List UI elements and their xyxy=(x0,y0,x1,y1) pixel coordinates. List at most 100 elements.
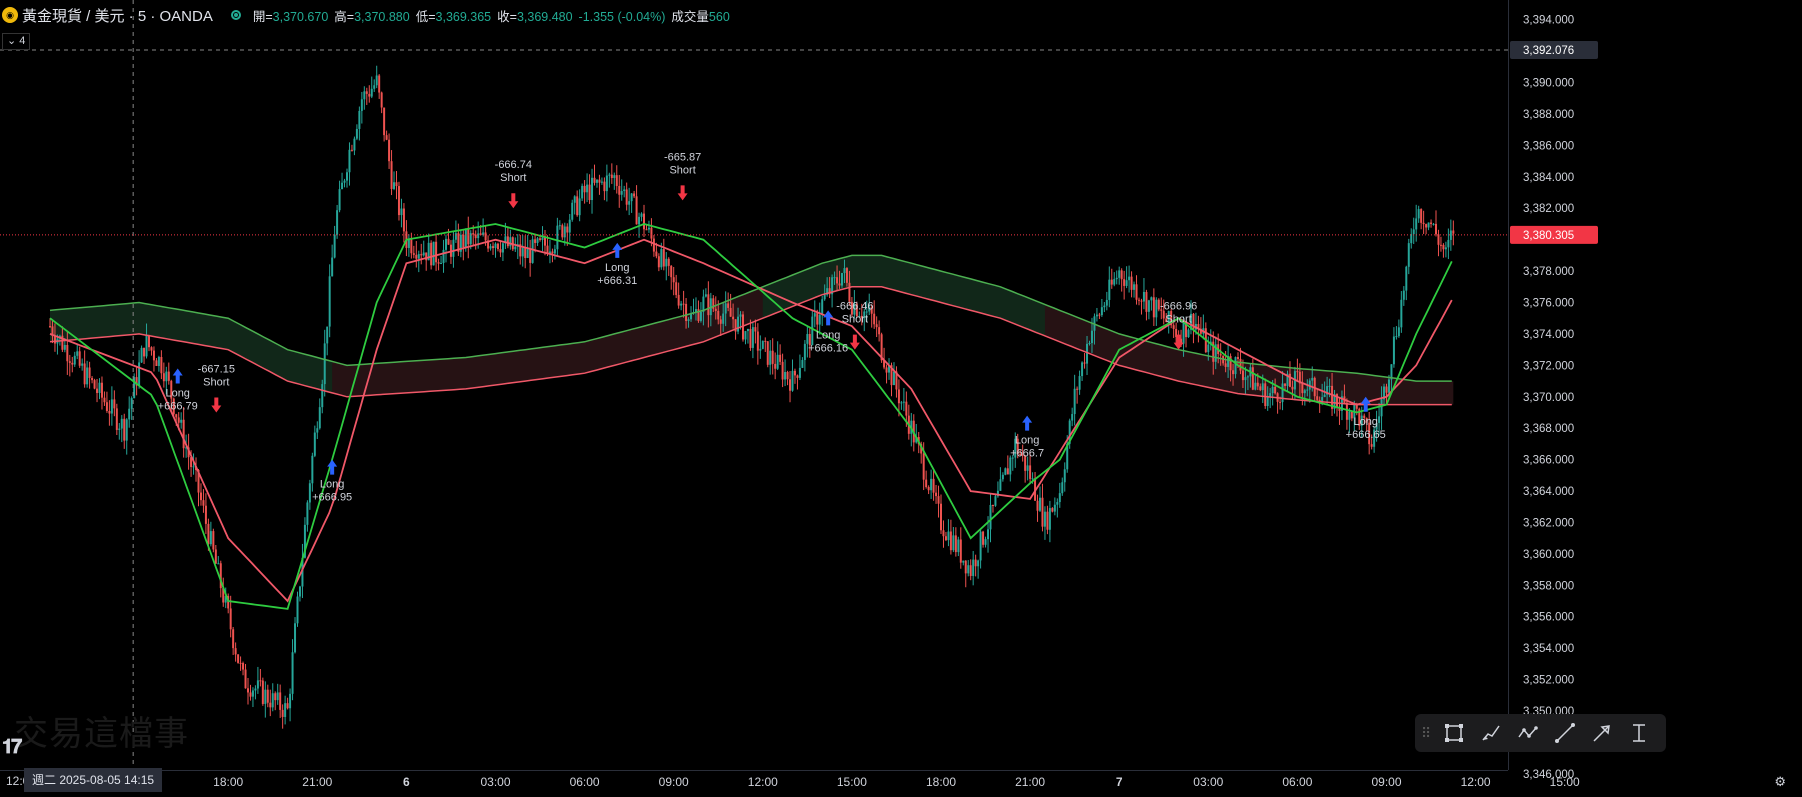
candle-body xyxy=(1259,386,1262,391)
candle-body xyxy=(1234,357,1237,375)
candle-body xyxy=(1301,383,1304,394)
candle-body xyxy=(145,335,148,357)
price-tick-label: 3,382.000 xyxy=(1523,203,1574,215)
candle-body xyxy=(400,208,403,216)
signal-value: -666.46 xyxy=(836,301,873,313)
candle-body xyxy=(1046,511,1049,530)
price-tick-label: 3,388.000 xyxy=(1523,109,1574,121)
candle-body xyxy=(1444,247,1447,250)
candle-body xyxy=(1009,457,1012,475)
drawing-toolbar: ⠿ xyxy=(1415,714,1666,752)
candle-body xyxy=(672,277,675,283)
candle-body xyxy=(947,531,950,541)
candle-body xyxy=(1100,307,1103,316)
crosshair-date-label: 週二 2025-08-05 14:15 xyxy=(24,768,163,792)
candle-body xyxy=(776,354,779,369)
symbol-title[interactable]: 黃金現貨 / 美元 · 5 · OANDA xyxy=(22,5,213,26)
arrow-icon[interactable] xyxy=(1589,720,1615,746)
gold-coin-icon[interactable]: ◉ xyxy=(2,7,18,23)
candle-body xyxy=(1237,357,1239,359)
price-tick-label: 3,358.000 xyxy=(1523,580,1574,592)
candle-body xyxy=(279,692,282,710)
candle-body xyxy=(630,193,633,202)
candle-body xyxy=(751,327,754,348)
candle-body xyxy=(994,496,997,506)
candle-body xyxy=(118,428,121,430)
candle-body xyxy=(566,226,569,233)
time-tick-label: 09:00 xyxy=(659,775,689,789)
candle-body xyxy=(88,367,91,378)
candle-body xyxy=(1311,377,1314,381)
candle-body xyxy=(492,246,495,249)
candle-body xyxy=(558,225,561,227)
candle-body xyxy=(841,273,843,286)
ohlc-value: 3,370.880 xyxy=(354,9,410,24)
ohlc-label: 高= xyxy=(334,9,355,24)
candle-body xyxy=(1053,504,1056,512)
signal-value: +666.95 xyxy=(312,492,352,504)
signal-value: -665.87 xyxy=(664,151,701,163)
price-tick-label: 3,376.000 xyxy=(1523,298,1574,310)
drag-handle-icon[interactable]: ⠿ xyxy=(1421,725,1431,742)
select-rectangle-icon[interactable] xyxy=(1441,720,1467,746)
candle-body xyxy=(442,249,445,264)
price-tick-label: 3,356.000 xyxy=(1523,612,1574,624)
candle-body xyxy=(638,216,641,225)
candle-body xyxy=(761,340,764,349)
time-tick-label: 12:00 xyxy=(748,775,778,789)
candle-body xyxy=(331,257,334,277)
candle-body xyxy=(430,242,433,266)
candle-body xyxy=(1152,297,1155,318)
candle-body xyxy=(900,402,903,404)
ohlc-label: 開= xyxy=(252,9,273,24)
candle-body xyxy=(412,253,415,255)
candle-body xyxy=(645,229,648,231)
candle-body xyxy=(578,198,581,216)
candle-body xyxy=(1439,244,1442,246)
brush-icon[interactable] xyxy=(1478,720,1504,746)
candle-body xyxy=(932,478,935,493)
candle-body xyxy=(1063,469,1066,483)
candle-body xyxy=(551,251,554,254)
candle-body xyxy=(373,85,376,89)
candle-body xyxy=(608,174,611,176)
candle-body xyxy=(774,363,777,369)
candle-body xyxy=(591,177,594,201)
time-tick-label: 18:00 xyxy=(213,775,243,789)
measure-icon[interactable] xyxy=(1626,720,1652,746)
candle-body xyxy=(207,523,210,545)
candle-body xyxy=(286,703,289,709)
candle-body xyxy=(568,219,571,233)
line-icon[interactable] xyxy=(1552,720,1578,746)
polyline-icon[interactable] xyxy=(1515,720,1541,746)
price-tick-label: 3,392.076 xyxy=(1523,45,1574,57)
tradingview-logo[interactable]: 𝟏𝟕 xyxy=(2,736,22,759)
price-tick-label: 3,366.000 xyxy=(1523,455,1574,467)
candle-body xyxy=(821,299,824,316)
candle-body xyxy=(586,184,589,193)
candle-body xyxy=(506,236,509,247)
candle-body xyxy=(610,174,613,179)
candle-body xyxy=(328,276,331,327)
candle-body xyxy=(620,191,623,195)
candle-body xyxy=(1279,401,1282,403)
candle-body xyxy=(1004,468,1007,475)
candle-body xyxy=(199,492,202,501)
price-chart[interactable]: Long+666.79-667.15ShortLong+666.95-666.7… xyxy=(0,0,1802,797)
candle-body xyxy=(1036,500,1039,511)
candle-body xyxy=(561,225,564,238)
candle-body xyxy=(1284,383,1287,386)
candle-body xyxy=(440,263,443,265)
candle-body xyxy=(393,182,396,189)
indicator-toggle[interactable]: ⌄ 4 xyxy=(2,33,31,50)
candle-body xyxy=(420,254,423,256)
candle-body xyxy=(385,135,388,140)
candle-body xyxy=(615,175,618,186)
candle-body xyxy=(1442,244,1445,250)
candle-body xyxy=(544,237,546,246)
candle-body xyxy=(1437,234,1440,245)
candle-body xyxy=(791,370,794,391)
signal-value: +666.65 xyxy=(1346,429,1386,441)
gear-icon[interactable]: ⚙ xyxy=(1774,774,1786,790)
candle-body xyxy=(209,531,212,545)
